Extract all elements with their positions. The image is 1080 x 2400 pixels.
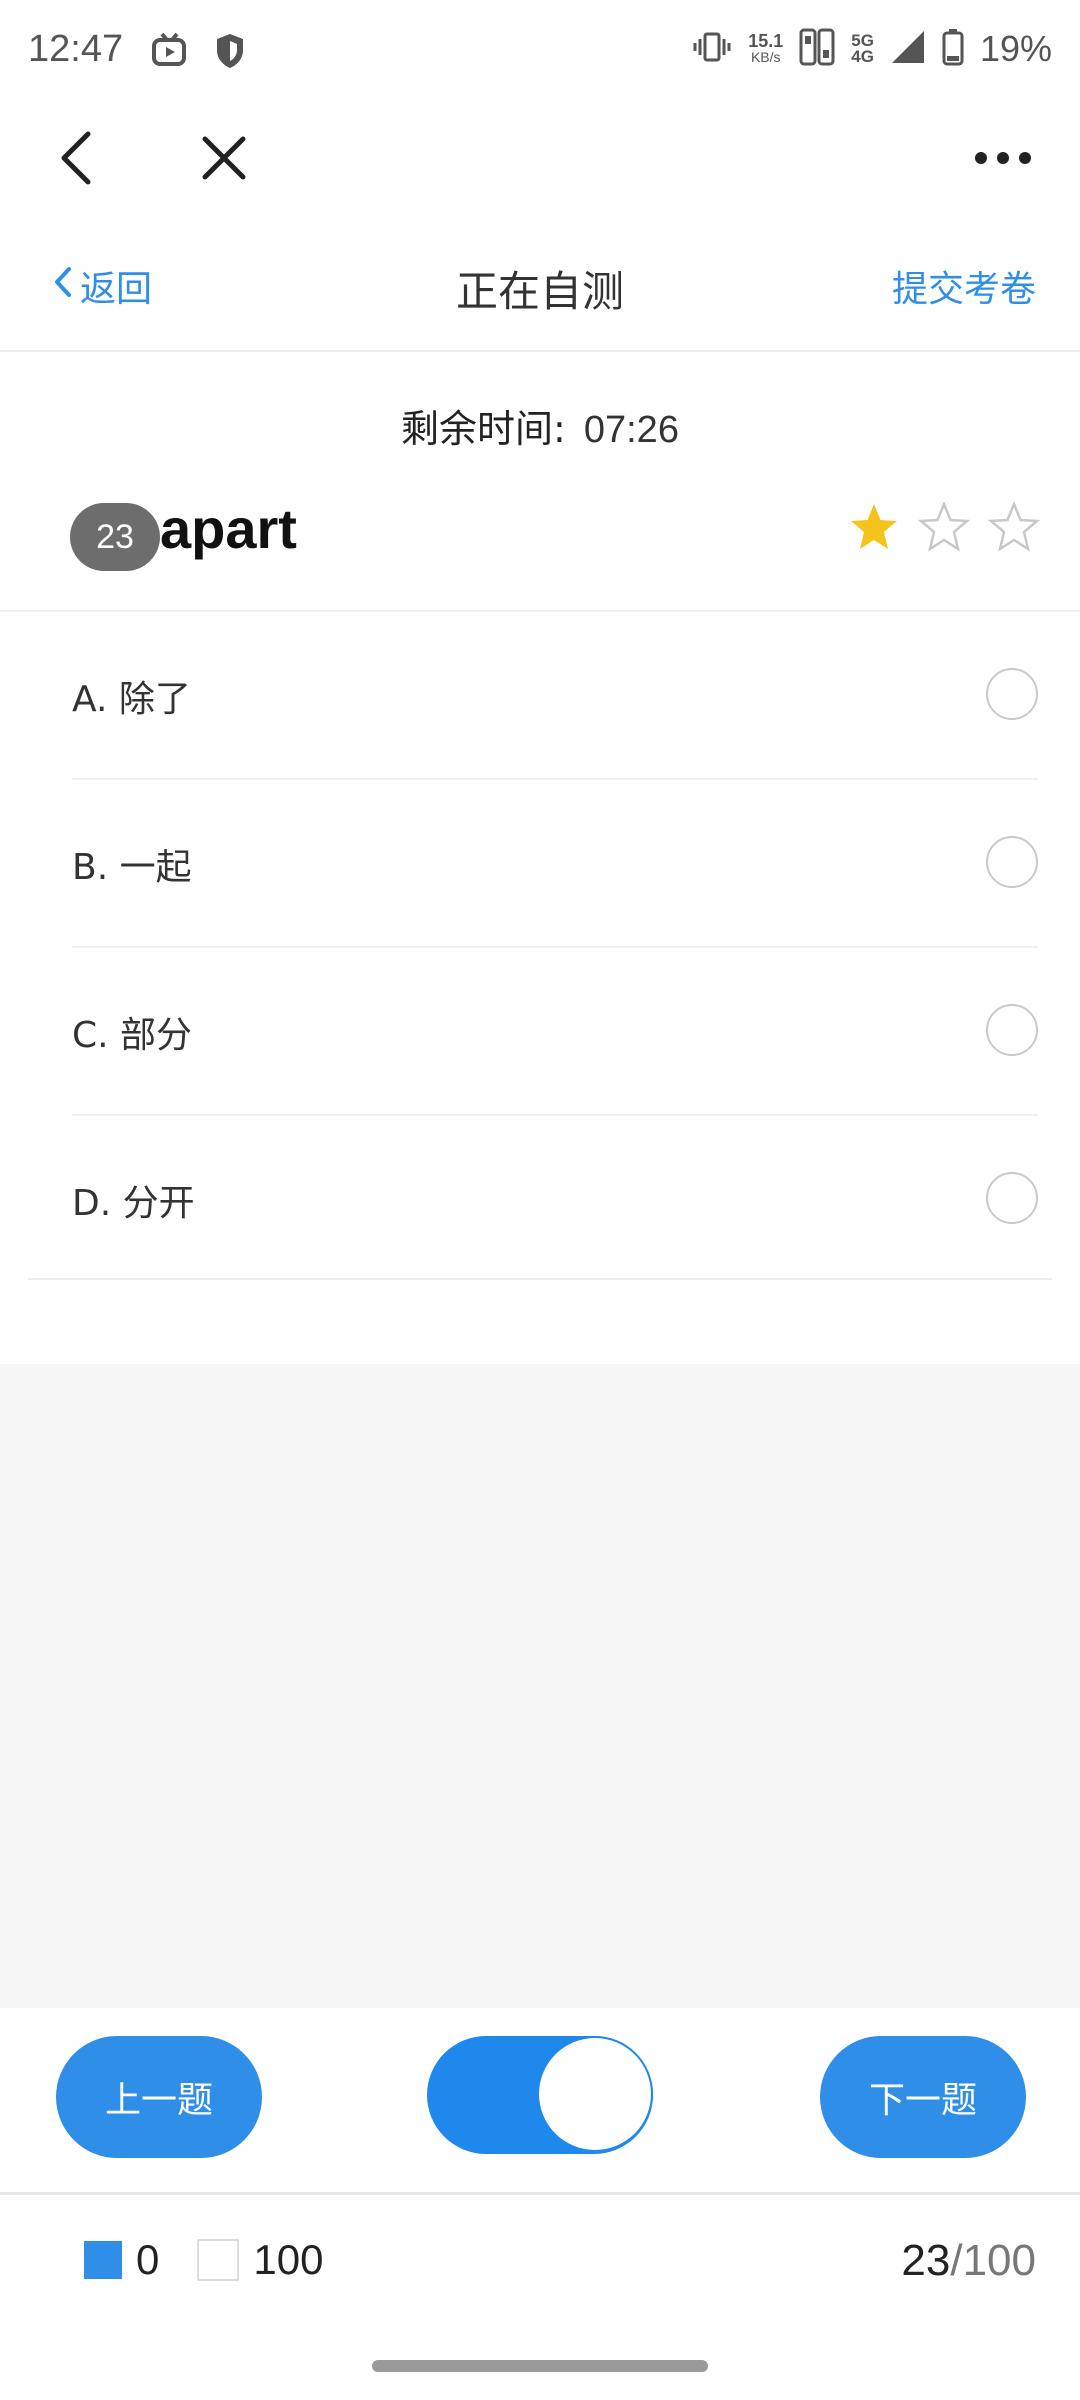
more-icon[interactable] [968,126,1038,190]
battery-percent: 19% [979,28,1052,69]
timer-value: 07:26 [583,409,679,451]
auto-next-toggle[interactable] [427,2036,653,2154]
option-c[interactable]: C. 部分 [72,948,1038,1116]
back-label: 返回 [80,269,153,310]
status-bar: 12:47 15.1 KB/s 5G 4G 19% [0,0,1080,100]
close-icon[interactable] [192,126,256,190]
status-right: 15.1 KB/s 5G 4G 19% [692,28,1052,70]
network-type: 5G 4G [851,32,874,66]
option-label: D. 分开 [72,1183,195,1224]
question-word: apart [160,497,297,560]
submit-exam-button[interactable]: 提交考卷 [892,260,1036,312]
option-b[interactable]: B. 一起 [72,780,1038,948]
star-empty-icon[interactable] [917,500,971,556]
answered-square-icon [84,2241,122,2279]
question-number-badge: 23 [70,503,160,571]
timer-label: 剩余时间: [401,407,566,451]
star-filled-icon[interactable] [848,502,900,556]
previous-question-button[interactable]: 上一题 [56,2036,262,2158]
net-speed: 15.1 KB/s [748,31,784,65]
answer-options: A. 除了 B. 一起 C. 部分 D. 分开 [0,612,1080,1282]
home-indicator[interactable] [372,2360,708,2372]
option-label: B. 一起 [72,847,192,888]
radio-button[interactable] [986,1172,1038,1224]
network-4g: 4G [851,47,874,66]
answer-legend: 0 100 [84,2236,323,2284]
options-divider [28,1278,1052,1280]
tv-icon [150,32,190,72]
net-speed-unit: KB/s [750,49,781,65]
option-d[interactable]: D. 分开 [72,1116,1038,1282]
radio-button[interactable] [986,836,1038,888]
progress-separator: / [950,2236,963,2285]
status-time: 12:47 [28,28,124,70]
timer: 剩余时间: 07:26 [0,398,1080,453]
toggle-knob [539,2038,651,2150]
radio-button[interactable] [986,1004,1038,1056]
answered-count: 0 [136,2236,160,2283]
unanswered-square-icon [197,2239,240,2281]
option-label: C. 部分 [72,1015,193,1056]
vibrate-icon [692,30,732,68]
signal-icon [890,29,926,69]
chevron-left-icon [52,265,74,308]
sim-icon [799,28,835,70]
footer-divider [0,2192,1080,2195]
next-question-button[interactable]: 下一题 [820,2036,1026,2158]
difficulty-rating [848,500,1041,556]
browser-nav-bar [0,100,1080,210]
battery-icon [942,28,964,70]
back-arrow-icon[interactable] [44,126,108,190]
content-background [0,1364,1080,2008]
option-a[interactable]: A. 除了 [72,612,1038,780]
total-questions: 100 [962,2236,1036,2285]
question-progress[interactable]: 23/100 [901,2236,1036,2286]
unanswered-count: 100 [253,2236,324,2283]
current-question: 23 [901,2236,951,2285]
page-header: 正在自测 返回 提交考卷 [0,230,1080,352]
option-label: A. 除了 [72,679,191,720]
star-empty-icon[interactable] [987,500,1041,556]
shield-icon [214,32,246,74]
back-button[interactable]: 返回 [52,260,152,312]
footer: 0 100 23/100 [0,2196,1080,2336]
question-header: apart 23 [0,490,1080,612]
radio-button[interactable] [986,668,1038,720]
net-speed-value: 15.1 [748,31,784,51]
